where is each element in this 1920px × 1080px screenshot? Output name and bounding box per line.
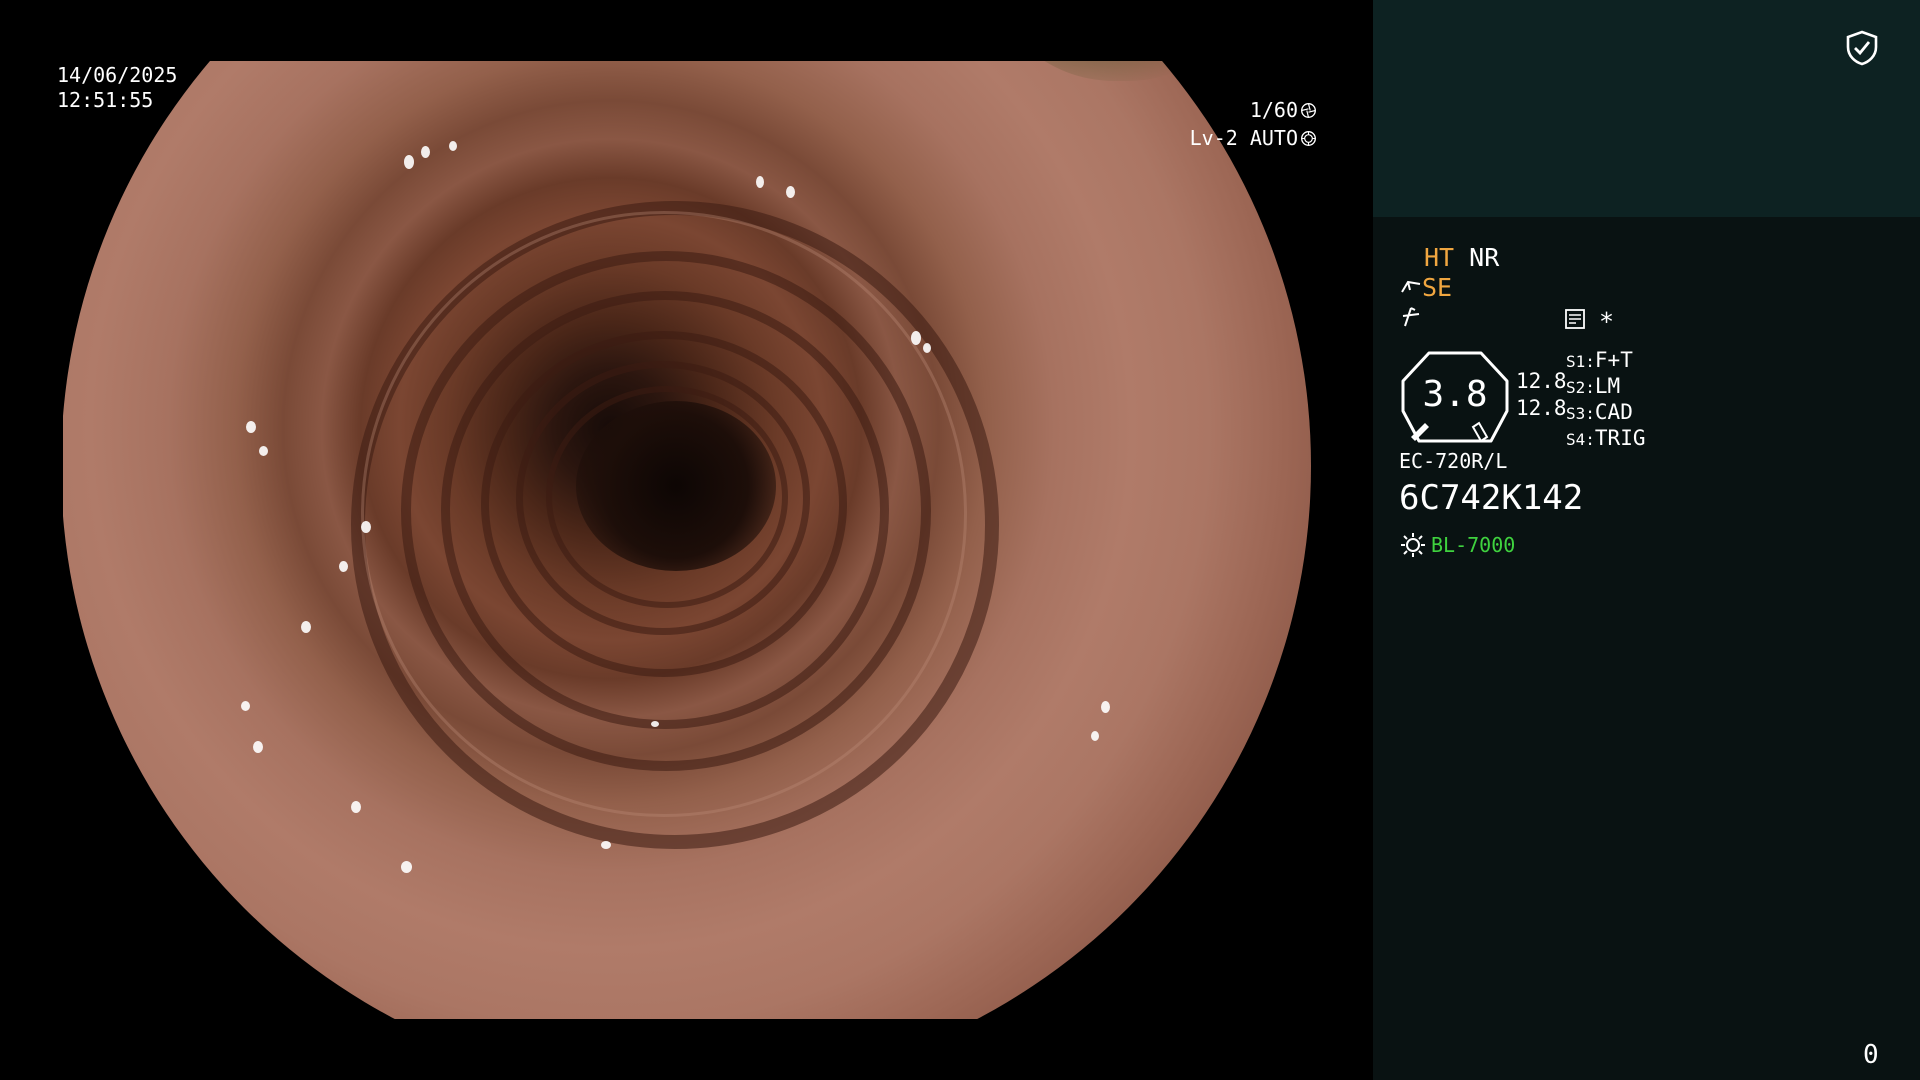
specular-highlight (449, 141, 457, 151)
endoscope-video-area: 14/06/2025 12:51:55 1/60 Lv-2 AUTO (0, 0, 1373, 1080)
switch-row: S2:LM (1566, 374, 1645, 400)
specular-highlight (421, 146, 430, 158)
iris-level-readout: Lv-2 AUTO (1140, 126, 1317, 151)
gauge-left-value: 12.8 (1516, 369, 1567, 393)
se-label: SE (1422, 273, 1453, 302)
date-time-readout: 14/06/2025 12:51:55 (57, 63, 177, 113)
specular-highlight (401, 861, 412, 873)
specular-highlight (1091, 731, 1099, 741)
memo-icon (1565, 309, 1585, 329)
shield-check-icon (1846, 30, 1878, 66)
nr-label: NR (1469, 243, 1500, 272)
gauge-side-values: 12.8 12.8 (1516, 368, 1567, 422)
date-text: 14/06/2025 (57, 63, 178, 87)
gauge-right-value: 12.8 (1516, 396, 1567, 420)
iris-icon (1301, 131, 1316, 146)
specular-highlight (786, 186, 795, 198)
aperture-icon (1301, 103, 1316, 118)
gauge-display: 3.8 (1399, 351, 1511, 443)
switch-value: LM (1594, 374, 1621, 398)
switch-row: S3:CAD (1566, 400, 1645, 426)
specular-highlight (911, 331, 921, 345)
scope-model: EC-720R/L (1399, 449, 1508, 473)
debris-region (986, 61, 1256, 81)
edge-enhance-icon (1402, 307, 1420, 327)
specular-highlight (259, 446, 268, 456)
lumen-view (63, 61, 1311, 1019)
ht-nr-row: HT NR (1424, 243, 1499, 273)
light-source-icon (1401, 533, 1425, 557)
switch-row: S1:F+T (1566, 348, 1645, 374)
scope-serial: 6C742K142 (1399, 478, 1584, 518)
switch-key: S3: (1566, 404, 1595, 423)
specular-highlight (246, 421, 256, 433)
specular-highlight (301, 621, 311, 633)
corner-counter: 0 (1863, 1040, 1879, 1070)
specular-highlight (351, 801, 361, 813)
specular-highlight (339, 561, 348, 572)
light-source-row: BL-7000 (1399, 530, 1515, 560)
specular-highlight (253, 741, 263, 753)
switch-key: S4: (1566, 430, 1595, 449)
switch-value: TRIG (1594, 426, 1646, 450)
level-text: Lv-2 AUTO (1189, 126, 1298, 150)
switch-list: S1:F+T S2:LM S3:CAD S4:TRIG (1566, 348, 1645, 452)
lumen-center (576, 401, 776, 571)
se-row: SE (1400, 273, 1452, 303)
switch-key: S2: (1566, 378, 1595, 397)
switch-key: S1: (1566, 352, 1595, 371)
switch-row: S4:TRIG (1566, 426, 1645, 452)
specular-highlight (756, 176, 764, 188)
gauge-value: 3.8 (1422, 374, 1488, 415)
asterisk-mark: * (1599, 307, 1615, 336)
switch-value: CAD (1594, 400, 1633, 424)
switch-value: F+T (1594, 348, 1633, 372)
shutter-readout: 1/60 (1200, 98, 1317, 123)
specular-highlight (923, 343, 931, 353)
shutter-text: 1/60 (1249, 98, 1298, 122)
endoscopic-image (63, 61, 1311, 1019)
specular-highlight (241, 701, 250, 711)
panel-header-area (1373, 0, 1920, 217)
specular-highlight (361, 521, 371, 533)
specular-highlight (404, 155, 414, 169)
specular-highlight (1101, 701, 1110, 713)
specular-highlight (651, 721, 659, 727)
specular-highlight (601, 841, 611, 849)
time-text: 12:51:55 (57, 88, 154, 112)
status-panel: HT NR SE * 3.8 12.8 12.8 S1:F+T S2:LM S3… (1373, 0, 1920, 1080)
light-source-label: BL-7000 (1431, 533, 1516, 557)
scope-tool-icon (1401, 280, 1421, 293)
ht-label: HT (1424, 243, 1455, 272)
